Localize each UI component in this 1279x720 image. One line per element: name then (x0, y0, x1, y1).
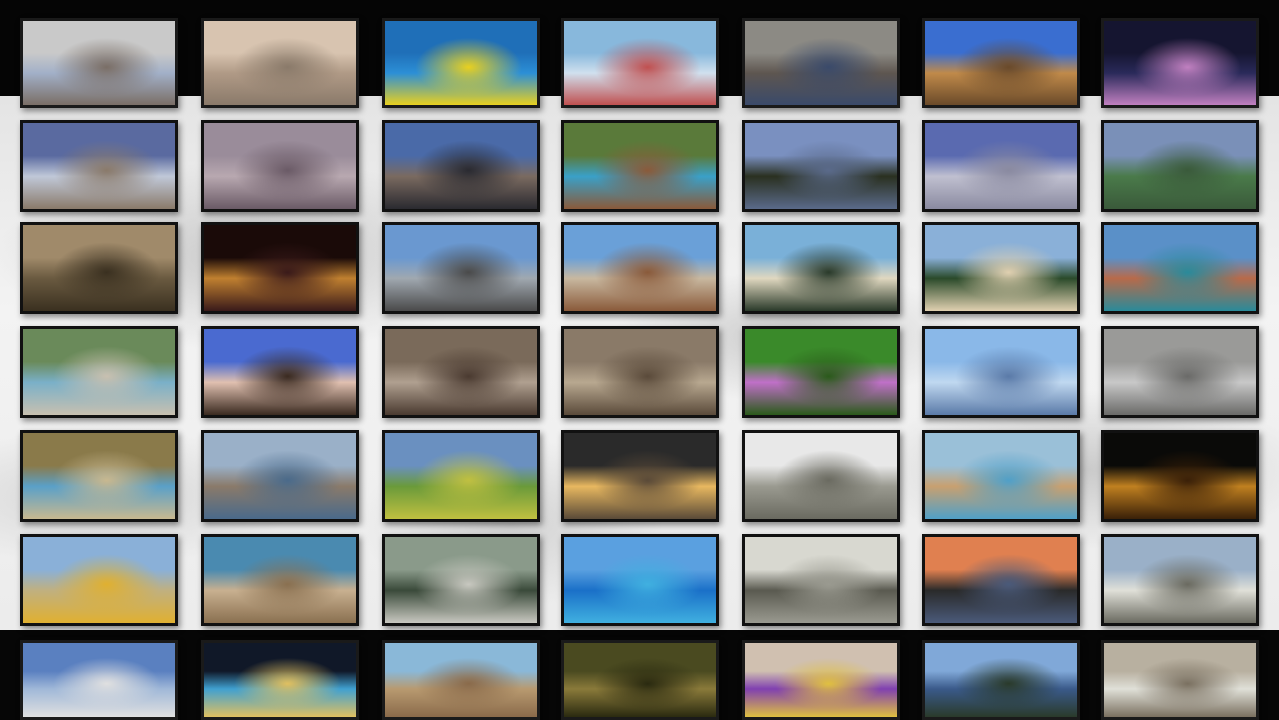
thumbnail-green-fields (382, 430, 540, 522)
thumbnail-tropical-beach (922, 222, 1080, 314)
video-wall (0, 0, 1279, 720)
thumbnail-beach-umbrellas (922, 430, 1080, 522)
thumbnail-purple-flower (742, 640, 900, 720)
thumbnail-night-lights (1101, 430, 1259, 522)
thumbnail-ruins-stones (742, 430, 900, 522)
thumbnail-blue-boat (561, 534, 719, 626)
thumbnail-harbor-boat (1101, 222, 1259, 314)
thumbnail-jet-ski (382, 18, 540, 108)
thumbnail-beach-palm (742, 222, 900, 314)
thumbnail-rocky-cliff (1101, 326, 1259, 418)
thumbnail-night-market (201, 222, 359, 314)
thumbnail-palm-silhouette (742, 120, 900, 212)
thumbnail-ocean-sunset (561, 430, 719, 522)
thumbnail-couple-photo (201, 18, 359, 108)
thumbnail-people-indoor (20, 18, 178, 108)
thumbnail-blurry-interior (20, 222, 178, 314)
thumbnail-dry-shrubs (561, 640, 719, 720)
thumbnail-rocky-coast (201, 430, 359, 522)
thumbnail-man-portrait (742, 534, 900, 626)
thumbnail-forest-statue (382, 534, 540, 626)
thumbnail-motorbike-dune (382, 120, 540, 212)
thumbnail-sky-bird (922, 326, 1080, 418)
thumbnail-snowy-field (1101, 640, 1259, 720)
thumbnail-beach-hut (20, 534, 178, 626)
thumbnail-sunset-parasols (922, 534, 1080, 626)
thumbnail-nebula-space (1101, 18, 1259, 108)
thumbnail-skyline-towers (382, 222, 540, 314)
thumbnail-desert-sand (201, 120, 359, 212)
thumbnail-palace-facade (1101, 534, 1259, 626)
thumbnail-sandy-shore (201, 534, 359, 626)
thumbnail-villa-pool (20, 430, 178, 522)
thumbnail-city-skyscrapers (561, 222, 719, 314)
thumbnail-green-valley (1101, 120, 1259, 212)
thumbnail-pink-flowers (742, 326, 900, 418)
thumbnail-old-alley (382, 326, 540, 418)
thumbnail-coastal-fort (922, 18, 1080, 108)
thumbnail-sail-hotel (922, 120, 1080, 212)
thumbnail-hotel-pool (20, 326, 178, 418)
thumbnail-canal-city (742, 18, 900, 108)
thumbnail-blue-car (20, 640, 178, 720)
thumbnail-island-sea (922, 640, 1080, 720)
thumbnail-resort-pool-aerial (561, 120, 719, 212)
thumbnail-desert-village (382, 640, 540, 720)
thumbnail-water-park (561, 18, 719, 108)
thumbnail-cliff-rock (20, 120, 178, 212)
thumbnail-stone-relief (561, 326, 719, 418)
thumbnail-blue-doorway (201, 326, 359, 418)
thumbnail-stage-show (201, 640, 359, 720)
